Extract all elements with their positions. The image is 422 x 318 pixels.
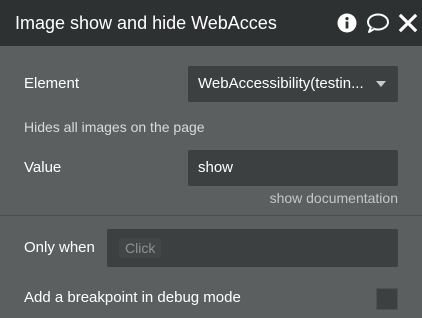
only-when-label: Only when — [24, 239, 95, 256]
element-label: Element — [24, 75, 80, 92]
show-documentation-link[interactable]: show documentation — [270, 189, 398, 207]
breakpoint-checkbox[interactable] — [376, 288, 398, 310]
value-input-text: show — [198, 159, 234, 176]
element-dropdown-value: WebAccessibility(testin... — [198, 75, 364, 92]
close-icon[interactable] — [398, 12, 420, 34]
element-dropdown[interactable]: WebAccessibility(testin... — [188, 66, 398, 102]
condition-placeholder: Click — [119, 238, 162, 258]
chat-icon[interactable] — [366, 12, 389, 34]
value-label: Value — [24, 159, 62, 176]
panel-header: Image show and hide WebAcces — [0, 0, 422, 46]
info-icon[interactable] — [336, 12, 358, 34]
action-description: Hides all images on the page — [24, 119, 205, 135]
section-divider — [0, 215, 422, 216]
chevron-down-icon — [376, 81, 386, 87]
breakpoint-label: Add a breakpoint in debug mode — [24, 289, 241, 306]
action-properties-panel: Image show and hide WebAcces Element Web… — [0, 0, 422, 318]
value-input[interactable]: show — [188, 150, 398, 186]
only-when-condition-input[interactable]: Click — [107, 229, 398, 267]
panel-title: Image show and hide WebAcces — [15, 13, 277, 33]
